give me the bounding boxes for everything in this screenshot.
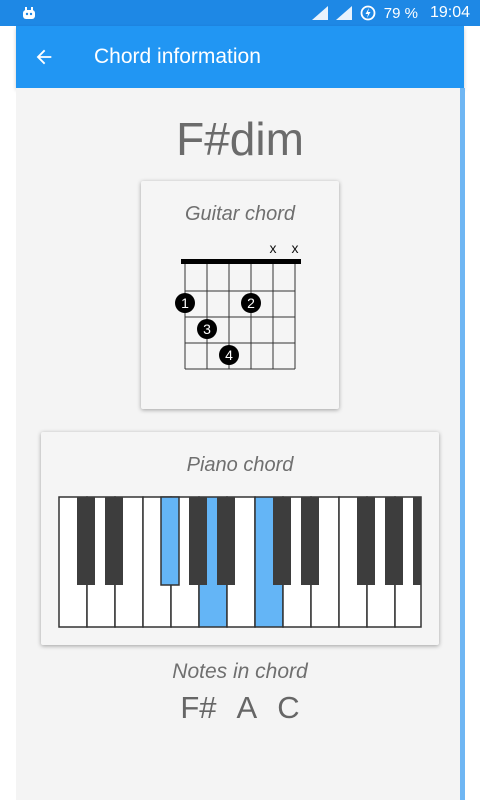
finger-3: 3: [197, 319, 217, 339]
black-key: [357, 497, 375, 585]
note: C: [277, 690, 300, 725]
app-bar: Chord information: [16, 26, 464, 88]
black-key: [413, 497, 421, 585]
finger-1: 1: [175, 293, 195, 313]
black-key: [217, 497, 235, 585]
finger-label: 1: [181, 295, 189, 311]
clock: 19:04: [429, 4, 470, 21]
guitar-chord-diagram: x x 1 2 3 4: [175, 240, 301, 370]
battery-level: 79 %: [383, 4, 418, 22]
black-key-highlighted: [160, 496, 180, 586]
finger-4: 4: [219, 345, 239, 365]
black-key: [105, 497, 123, 585]
notes-heading: Notes in chord: [172, 660, 308, 683]
arrow-back-icon: [36, 49, 52, 65]
black-key: [273, 497, 291, 585]
signal-icon: [311, 6, 328, 20]
guitar-chord-card: Guitar chord x x 1 2 3 4: [141, 181, 339, 409]
black-key: [301, 497, 319, 585]
guitar-nut: [181, 259, 301, 264]
muted-string-marker: x: [292, 240, 299, 256]
status-bar: 79 % 19:04: [0, 0, 480, 26]
battery-saver-icon: [360, 5, 376, 21]
black-key: [189, 497, 207, 585]
piano-keyboard: [58, 496, 422, 628]
chord-name: F#dim: [176, 113, 304, 165]
android-notification-icon: [23, 7, 35, 19]
notes-list: F# A C: [0, 690, 480, 726]
black-key: [385, 497, 403, 585]
note: F#: [180, 690, 217, 725]
back-button[interactable]: [16, 26, 72, 88]
note: A: [236, 690, 258, 725]
muted-string-marker: x: [270, 240, 277, 256]
finger-label: 4: [225, 347, 233, 363]
signal-icon: [335, 6, 352, 20]
finger-label: 3: [203, 321, 211, 337]
finger-label: 2: [247, 295, 255, 311]
page-title: Chord information: [94, 45, 261, 68]
black-key: [77, 497, 95, 585]
finger-2: 2: [241, 293, 261, 313]
piano-chord-card: Piano chord: [41, 432, 439, 645]
